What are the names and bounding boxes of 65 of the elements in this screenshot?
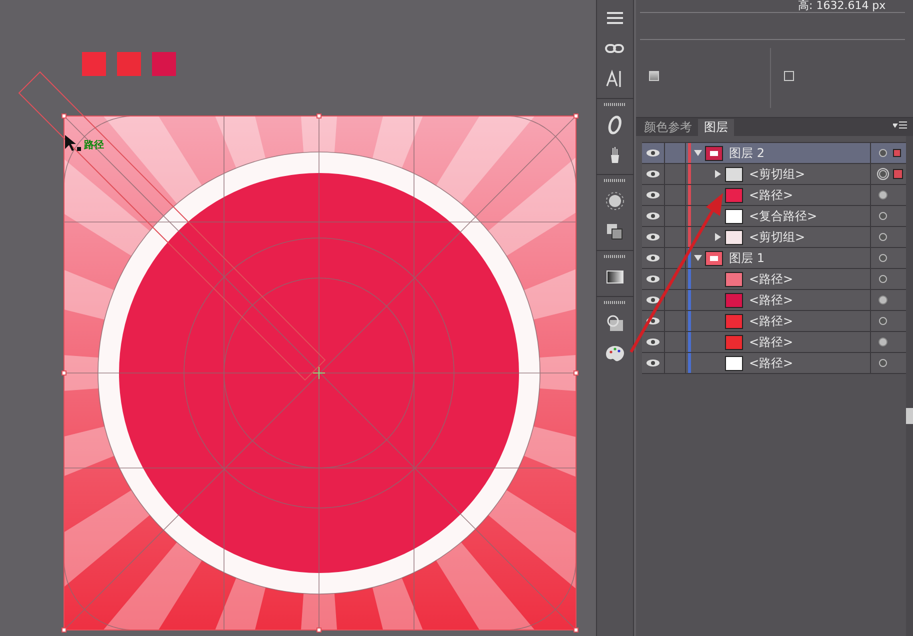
- eye-icon[interactable]: [646, 359, 660, 367]
- sublayer-row[interactable]: <路径>: [642, 332, 906, 353]
- sublayer-row[interactable]: <剪切组>: [642, 227, 906, 248]
- scrollbar[interactable]: [906, 136, 913, 636]
- target-circle-icon[interactable]: [877, 294, 889, 306]
- target-circle-icon[interactable]: [877, 273, 889, 285]
- target-circle-icon[interactable]: [877, 210, 889, 222]
- scrollbar-thumb[interactable]: [906, 408, 913, 424]
- checkbox[interactable]: [649, 71, 659, 81]
- layer-row[interactable]: 图层 2: [642, 143, 906, 164]
- layer-name: <剪切组>: [749, 166, 806, 182]
- panel-menu-icon[interactable]: [893, 121, 907, 130]
- target-circle-icon[interactable]: [877, 189, 889, 201]
- panel-tab[interactable]: 图层: [698, 119, 734, 136]
- collapse-triangle-icon[interactable]: [694, 149, 702, 157]
- cursor-icon: [64, 134, 82, 154]
- eye-icon[interactable]: [646, 254, 660, 262]
- center-point-icon: [312, 366, 326, 380]
- layer-name: <路径>: [749, 312, 794, 330]
- target-circle-icon[interactable]: [877, 252, 889, 264]
- eye-icon[interactable]: [646, 170, 660, 178]
- checkbox[interactable]: [784, 71, 794, 81]
- eye-icon[interactable]: [646, 338, 660, 346]
- selection-indicator: [893, 149, 901, 157]
- smart-guide-label: 路径: [84, 140, 104, 152]
- eye-icon[interactable]: [646, 317, 660, 325]
- eye-icon[interactable]: [646, 149, 660, 157]
- collapse-triangle-icon[interactable]: [694, 254, 702, 262]
- layer-name: <路径>: [749, 354, 794, 372]
- eye-icon[interactable]: [646, 275, 660, 283]
- layer-name: <路径>: [749, 186, 794, 204]
- target-circle-icon[interactable]: [877, 147, 889, 159]
- layer-name: 图层 2: [729, 144, 766, 162]
- layer-name: <复合路径>: [749, 208, 818, 224]
- layer-name: <剪切组>: [749, 228, 806, 246]
- palette-icon[interactable]: [604, 343, 626, 363]
- selection-indicator: [893, 169, 903, 179]
- layer-thumbnail: [705, 250, 723, 266]
- sublayer-row[interactable]: <路径>: [642, 269, 906, 290]
- sublayer-row[interactable]: <复合路径>: [642, 206, 906, 227]
- target-circle-icon[interactable]: [877, 336, 889, 348]
- sublayer-row[interactable]: <路径>: [642, 353, 906, 374]
- sublayer-row[interactable]: <剪切组>: [642, 164, 906, 185]
- eye-icon[interactable]: [646, 233, 660, 241]
- panel-tab[interactable]: 颜色参考: [638, 119, 698, 136]
- sublayer-row[interactable]: <路径>: [642, 311, 906, 332]
- eye-icon[interactable]: [646, 212, 660, 220]
- target-circle-icon[interactable]: [877, 357, 889, 369]
- layer-name: 图层 1: [729, 250, 766, 266]
- layer-name: <路径>: [749, 292, 794, 308]
- layer-row[interactable]: 图层 1: [642, 248, 906, 269]
- eye-icon[interactable]: [646, 191, 660, 199]
- target-circle-icon[interactable]: [877, 315, 889, 327]
- expand-triangle-icon[interactable]: [714, 233, 722, 241]
- expand-triangle-icon[interactable]: [714, 170, 722, 178]
- layer-name: <路径>: [749, 334, 794, 350]
- layer-thumbnail: [705, 146, 723, 160]
- target-circle-icon[interactable]: [877, 231, 889, 243]
- sun-circle-icon[interactable]: [604, 191, 626, 211]
- sublayer-row[interactable]: <路径>: [642, 290, 906, 311]
- layer-name: <路径>: [749, 270, 794, 288]
- sublayer-row[interactable]: <路径>: [642, 185, 906, 206]
- height-readout: 高: 1632.614 px: [798, 0, 886, 12]
- target-circle-icon[interactable]: [877, 168, 889, 180]
- eye-icon[interactable]: [646, 296, 660, 304]
